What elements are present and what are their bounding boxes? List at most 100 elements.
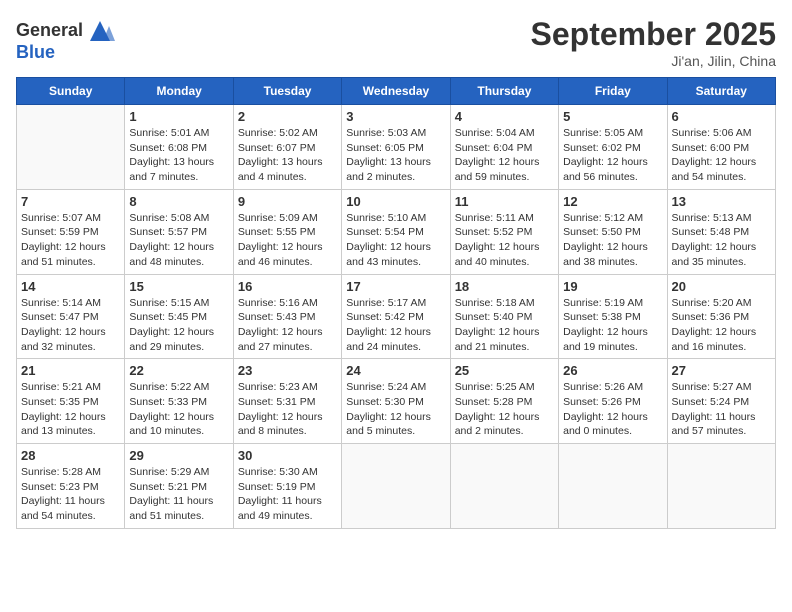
logo-icon — [85, 16, 115, 46]
calendar-day-cell: 25 Sunrise: 5:25 AMSunset: 5:28 PMDayligh… — [450, 359, 558, 444]
day-info: Sunrise: 5:15 AMSunset: 5:45 PMDaylight:… — [129, 296, 228, 355]
day-number: 22 — [129, 363, 228, 378]
day-info: Sunrise: 5:25 AMSunset: 5:28 PMDaylight:… — [455, 380, 554, 439]
page-header: General Blue September 2025 Ji'an, Jilin… — [16, 16, 776, 69]
calendar-day-cell: 13 Sunrise: 5:13 AMSunset: 5:48 PMDayligh… — [667, 189, 775, 274]
day-info: Sunrise: 5:17 AMSunset: 5:42 PMDaylight:… — [346, 296, 445, 355]
calendar-week-row: 28 Sunrise: 5:28 AMSunset: 5:23 PMDayligh… — [17, 444, 776, 529]
title-block: September 2025 Ji'an, Jilin, China — [531, 16, 776, 69]
day-info: Sunrise: 5:19 AMSunset: 5:38 PMDaylight:… — [563, 296, 662, 355]
day-number: 11 — [455, 194, 554, 209]
calendar-day-cell: 27Sunrise: 5:27 AMSunset: 5:24 PMDayligh… — [667, 359, 775, 444]
weekday-header-cell: Thursday — [450, 78, 558, 105]
day-info: Sunrise: 5:30 AMSunset: 5:19 PMDaylight:… — [238, 465, 337, 524]
logo: General Blue — [16, 16, 117, 64]
calendar-day-cell — [450, 444, 558, 529]
calendar-day-cell: 10 Sunrise: 5:10 AMSunset: 5:54 PMDayligh… — [342, 189, 450, 274]
day-number: 10 — [346, 194, 445, 209]
calendar-day-cell — [667, 444, 775, 529]
calendar-day-cell: 15 Sunrise: 5:15 AMSunset: 5:45 PMDayligh… — [125, 274, 233, 359]
weekday-header-cell: Wednesday — [342, 78, 450, 105]
weekday-header-cell: Monday — [125, 78, 233, 105]
calendar-day-cell — [342, 444, 450, 529]
logo-general: General — [16, 20, 83, 40]
calendar-week-row: 14 Sunrise: 5:14 AMSunset: 5:47 PMDayligh… — [17, 274, 776, 359]
day-number: 13 — [672, 194, 771, 209]
day-info: Sunrise: 5:13 AMSunset: 5:48 PMDaylight:… — [672, 211, 771, 270]
calendar-body: 1Sunrise: 5:01 AMSunset: 6:08 PMDaylight… — [17, 105, 776, 529]
calendar-week-row: 1Sunrise: 5:01 AMSunset: 6:08 PMDaylight… — [17, 105, 776, 190]
day-number: 4 — [455, 109, 554, 124]
weekday-header-cell: Saturday — [667, 78, 775, 105]
day-info: Sunrise: 5:02 AMSunset: 6:07 PMDaylight:… — [238, 126, 337, 185]
day-number: 9 — [238, 194, 337, 209]
day-number: 30 — [238, 448, 337, 463]
day-number: 2 — [238, 109, 337, 124]
calendar-day-cell: 1Sunrise: 5:01 AMSunset: 6:08 PMDaylight… — [125, 105, 233, 190]
calendar-day-cell: 7 Sunrise: 5:07 AMSunset: 5:59 PMDaylight… — [17, 189, 125, 274]
day-info: Sunrise: 5:14 AMSunset: 5:47 PMDaylight:… — [21, 296, 120, 355]
calendar-week-row: 21 Sunrise: 5:21 AMSunset: 5:35 PMDayligh… — [17, 359, 776, 444]
day-info: Sunrise: 5:08 AMSunset: 5:57 PMDaylight:… — [129, 211, 228, 270]
month-title: September 2025 — [531, 16, 776, 53]
day-info: Sunrise: 5:18 AMSunset: 5:40 PMDaylight:… — [455, 296, 554, 355]
calendar-day-cell: 19 Sunrise: 5:19 AMSunset: 5:38 PMDayligh… — [559, 274, 667, 359]
day-info: Sunrise: 5:11 AMSunset: 5:52 PMDaylight:… — [455, 211, 554, 270]
day-number: 3 — [346, 109, 445, 124]
day-info: Sunrise: 5:22 AMSunset: 5:33 PMDaylight:… — [129, 380, 228, 439]
calendar-day-cell: 20 Sunrise: 5:20 AMSunset: 5:36 PMDayligh… — [667, 274, 775, 359]
day-info: Sunrise: 5:23 AMSunset: 5:31 PMDaylight:… — [238, 380, 337, 439]
day-info: Sunrise: 5:21 AMSunset: 5:35 PMDaylight:… — [21, 380, 120, 439]
day-info: Sunrise: 5:09 AMSunset: 5:55 PMDaylight:… — [238, 211, 337, 270]
day-info: Sunrise: 5:10 AMSunset: 5:54 PMDaylight:… — [346, 211, 445, 270]
calendar-week-row: 7 Sunrise: 5:07 AMSunset: 5:59 PMDaylight… — [17, 189, 776, 274]
calendar-day-cell: 14 Sunrise: 5:14 AMSunset: 5:47 PMDayligh… — [17, 274, 125, 359]
day-info: Sunrise: 5:07 AMSunset: 5:59 PMDaylight:… — [21, 211, 120, 270]
day-number: 19 — [563, 279, 662, 294]
calendar-day-cell: 22 Sunrise: 5:22 AMSunset: 5:33 PMDayligh… — [125, 359, 233, 444]
day-number: 25 — [455, 363, 554, 378]
calendar-day-cell: 4 Sunrise: 5:04 AMSunset: 6:04 PMDaylight… — [450, 105, 558, 190]
calendar-day-cell: 9 Sunrise: 5:09 AMSunset: 5:55 PMDaylight… — [233, 189, 341, 274]
day-number: 6 — [672, 109, 771, 124]
day-info: Sunrise: 5:28 AMSunset: 5:23 PMDaylight:… — [21, 465, 120, 524]
calendar-day-cell: 24Sunrise: 5:24 AMSunset: 5:30 PMDayligh… — [342, 359, 450, 444]
day-info: Sunrise: 5:04 AMSunset: 6:04 PMDaylight:… — [455, 126, 554, 185]
calendar-day-cell: 28 Sunrise: 5:28 AMSunset: 5:23 PMDayligh… — [17, 444, 125, 529]
day-info: Sunrise: 5:01 AMSunset: 6:08 PMDaylight:… — [129, 126, 228, 185]
day-number: 29 — [129, 448, 228, 463]
day-number: 8 — [129, 194, 228, 209]
day-info: Sunrise: 5:16 AMSunset: 5:43 PMDaylight:… — [238, 296, 337, 355]
calendar-day-cell: 23Sunrise: 5:23 AMSunset: 5:31 PMDayligh… — [233, 359, 341, 444]
location-subtitle: Ji'an, Jilin, China — [531, 53, 776, 69]
weekday-header-cell: Friday — [559, 78, 667, 105]
day-number: 21 — [21, 363, 120, 378]
day-info: Sunrise: 5:26 AMSunset: 5:26 PMDaylight:… — [563, 380, 662, 439]
calendar-table: SundayMondayTuesdayWednesdayThursdayFrid… — [16, 77, 776, 529]
calendar-day-cell: 17 Sunrise: 5:17 AMSunset: 5:42 PMDayligh… — [342, 274, 450, 359]
day-number: 17 — [346, 279, 445, 294]
calendar-day-cell: 21 Sunrise: 5:21 AMSunset: 5:35 PMDayligh… — [17, 359, 125, 444]
weekday-header-cell: Sunday — [17, 78, 125, 105]
day-info: Sunrise: 5:20 AMSunset: 5:36 PMDaylight:… — [672, 296, 771, 355]
calendar-day-cell: 2 Sunrise: 5:02 AMSunset: 6:07 PMDaylight… — [233, 105, 341, 190]
day-number: 24 — [346, 363, 445, 378]
day-number: 5 — [563, 109, 662, 124]
calendar-day-cell: 3Sunrise: 5:03 AMSunset: 6:05 PMDaylight… — [342, 105, 450, 190]
day-number: 28 — [21, 448, 120, 463]
day-number: 27 — [672, 363, 771, 378]
calendar-day-cell: 18Sunrise: 5:18 AMSunset: 5:40 PMDayligh… — [450, 274, 558, 359]
day-number: 20 — [672, 279, 771, 294]
day-info: Sunrise: 5:05 AMSunset: 6:02 PMDaylight:… — [563, 126, 662, 185]
calendar-day-cell: 16 Sunrise: 5:16 AMSunset: 5:43 PMDayligh… — [233, 274, 341, 359]
day-number: 12 — [563, 194, 662, 209]
calendar-day-cell: 30 Sunrise: 5:30 AMSunset: 5:19 PMDayligh… — [233, 444, 341, 529]
weekday-header-row: SundayMondayTuesdayWednesdayThursdayFrid… — [17, 78, 776, 105]
day-number: 14 — [21, 279, 120, 294]
day-number: 15 — [129, 279, 228, 294]
day-number: 16 — [238, 279, 337, 294]
logo-blue: Blue — [16, 42, 55, 62]
calendar-day-cell: 12 Sunrise: 5:12 AMSunset: 5:50 PMDayligh… — [559, 189, 667, 274]
day-info: Sunrise: 5:12 AMSunset: 5:50 PMDaylight:… — [563, 211, 662, 270]
day-number: 7 — [21, 194, 120, 209]
